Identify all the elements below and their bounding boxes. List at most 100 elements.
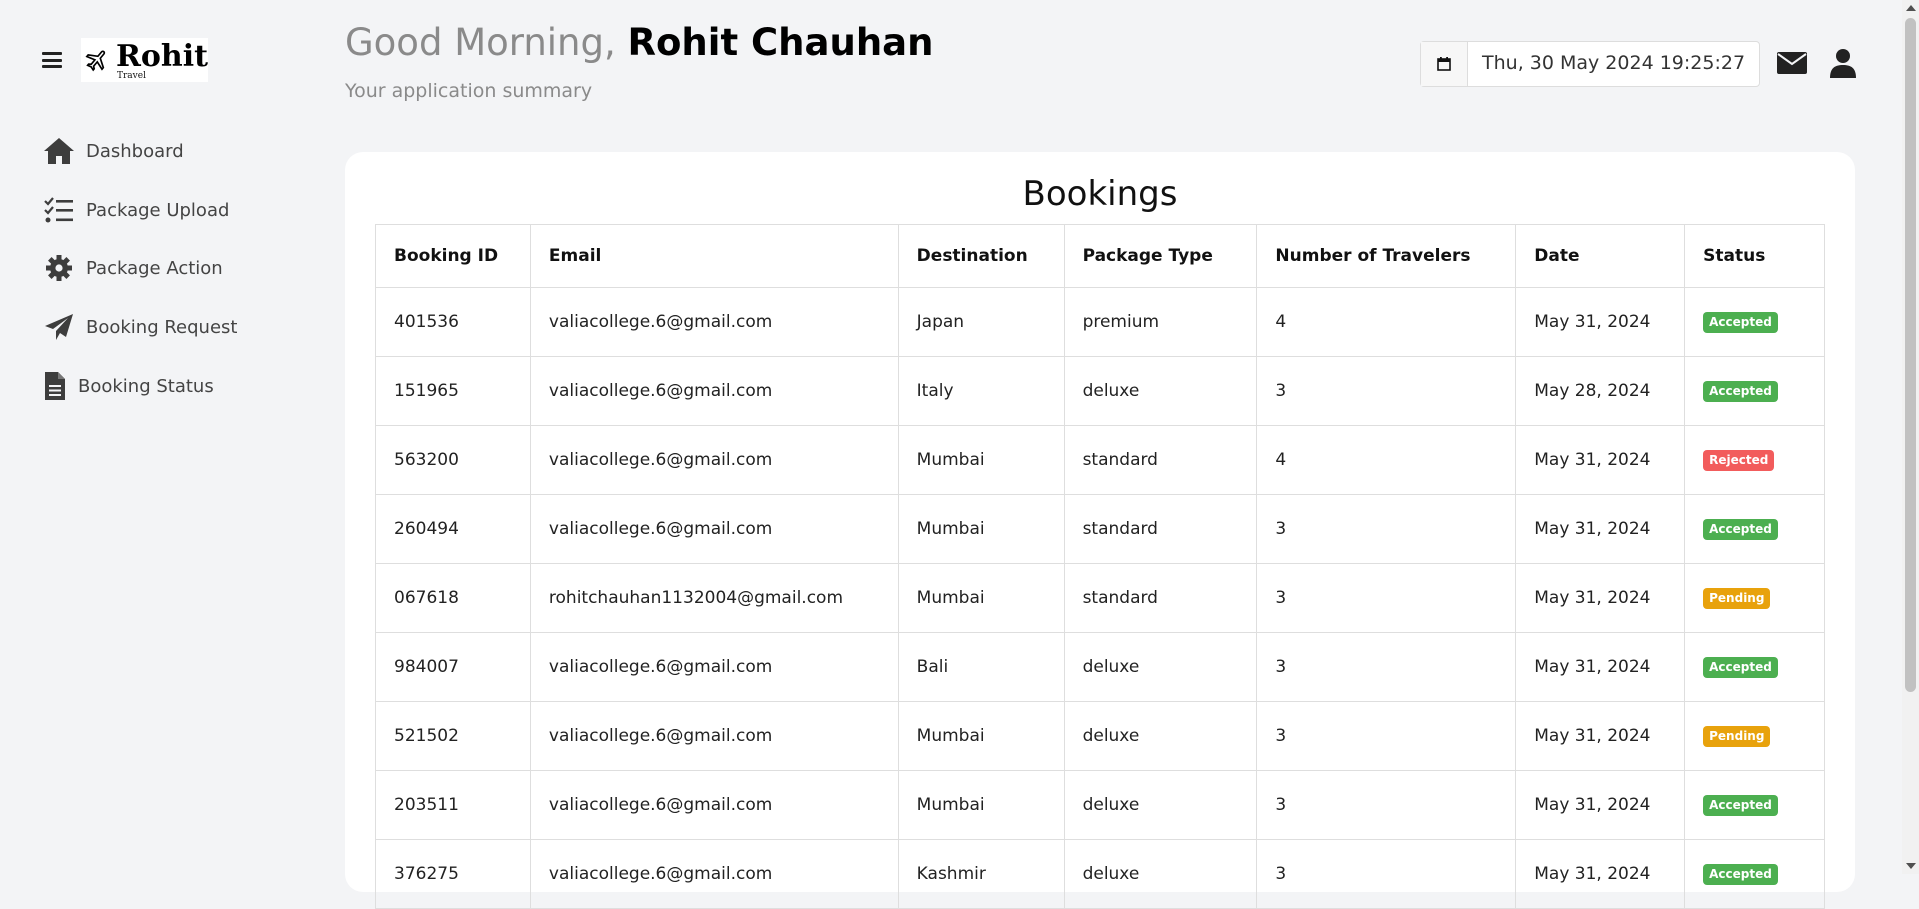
cell-id: 067618 [375,563,531,633]
cell-package: deluxe [1063,839,1258,909]
status-badge: Accepted [1703,312,1778,333]
table-row[interactable]: 401536 valiacollege.6@gmail.com Japan premi… [375,287,1825,357]
list-check-icon [42,195,76,225]
sidebar-item-package-upload[interactable]: Package Upload [42,195,229,225]
cell-id: 521502 [375,701,531,771]
cell-status: Pending [1684,701,1825,771]
airplane-icon [85,50,106,72]
cell-status: Accepted [1684,632,1825,702]
status-badge: Rejected [1703,450,1775,471]
cell-destination: Japan [897,287,1065,357]
page-scrollbar[interactable] [1902,0,1919,874]
cell-email: valiacollege.6@gmail.com [529,701,899,771]
column-header: Destination [897,224,1065,288]
cell-id: 376275 [375,839,531,909]
cell-id: 151965 [375,356,531,426]
status-badge: Pending [1703,726,1771,747]
cell-destination: Mumbai [897,701,1065,771]
column-header: Email [529,224,899,288]
sidebar-item-booking-status[interactable]: Booking Status [42,371,214,401]
table-row[interactable]: 260494 valiacollege.6@gmail.com Mumbai stan… [375,494,1825,564]
cell-destination: Kashmir [897,839,1065,909]
cell-package: standard [1063,563,1258,633]
bookings-table: Booking ID Email Destination Package Type Nu… [375,224,1825,909]
cell-date: May 31, 2024 [1515,494,1686,564]
scrollbar-thumb[interactable] [1905,18,1916,692]
page-greeting: Good Morning, Rohit Chauhan [345,20,933,66]
cell-destination: Mumbai [897,563,1065,633]
cell-date: May 31, 2024 [1515,425,1686,495]
table-row[interactable]: 203511 valiacollege.6@gmail.com Mumbai delu… [375,770,1825,840]
sidebar-item-booking-request[interactable]: Booking Request [42,312,237,342]
sidebar-item-dashboard[interactable]: Dashboard [42,136,184,166]
table-row[interactable]: 521502 valiacollege.6@gmail.com Mumbai delu… [375,701,1825,771]
sidebar-item-label: Package Action [86,257,223,279]
cell-status: Accepted [1684,356,1825,426]
cell-id: 401536 [375,287,531,357]
brand-subtitle: Travel [117,71,146,81]
cell-package: standard [1063,425,1258,495]
column-header: Status [1684,224,1825,288]
cell-id: 984007 [375,632,531,702]
cell-travelers: 3 [1256,839,1517,909]
status-badge: Accepted [1703,795,1778,816]
cell-id: 203511 [375,770,531,840]
status-badge: Accepted [1703,864,1778,885]
cell-email: valiacollege.6@gmail.com [529,770,899,840]
cell-travelers: 3 [1256,356,1517,426]
hamburger-menu-icon[interactable] [42,50,62,70]
gear-icon [42,253,76,283]
sidebar-item-package-action[interactable]: Package Action [42,253,223,283]
column-header: Booking ID [375,224,531,288]
cell-email: valiacollege.6@gmail.com [529,356,899,426]
sidebar-item-label: Package Upload [86,199,230,221]
table-row[interactable]: 563200 valiacollege.6@gmail.com Mumbai stan… [375,425,1825,495]
table-row[interactable]: 151965 valiacollege.6@gmail.com Italy delux… [375,356,1825,426]
bookings-card: Bookings Booking ID Email Destination Packa… [345,152,1855,909]
cell-destination: Bali [897,632,1065,702]
sidebar-item-label: Booking Request [86,316,238,338]
datetime-display: Thu, 30 May 2024 19:25:27 [1420,41,1761,87]
user-name: Rohit Chauhan [627,21,934,64]
bookings-title: Bookings [1022,174,1178,214]
cell-email: valiacollege.6@gmail.com [529,425,899,495]
status-badge: Pending [1703,588,1771,609]
cell-destination: Mumbai [897,770,1065,840]
cell-travelers: 3 [1256,701,1517,771]
brand-name: Rohit [115,39,208,74]
table-row[interactable]: 376275 valiacollege.6@gmail.com Kashmir del… [375,839,1825,909]
cell-status: Accepted [1684,770,1825,840]
table-row[interactable]: 984007 valiacollege.6@gmail.com Bali deluxe… [375,632,1825,702]
greeting-text: Good Morning, [345,21,616,64]
cell-package: deluxe [1063,770,1258,840]
cell-date: May 31, 2024 [1515,770,1686,840]
cell-travelers: 3 [1256,770,1517,840]
calendar-icon[interactable] [1421,42,1468,86]
cell-date: May 28, 2024 [1515,356,1686,426]
home-icon [42,136,76,166]
cell-date: May 31, 2024 [1515,632,1686,702]
table-row[interactable]: 067618 rohitchauhan1132004@gmail.com Mumba… [375,563,1825,633]
brand-logo[interactable]: Rohit Travel [81,38,208,82]
column-header: Package Type [1063,224,1258,288]
table-header-row: Booking ID Email Destination Package Type Nu… [375,224,1825,288]
scroll-down-arrow-icon[interactable] [1906,863,1916,869]
cell-package: premium [1063,287,1258,357]
cell-status: Rejected [1684,425,1825,495]
cell-travelers: 3 [1256,494,1517,564]
user-icon[interactable] [1826,46,1860,80]
cell-email: valiacollege.6@gmail.com [529,839,899,909]
cell-email: valiacollege.6@gmail.com [529,494,899,564]
cell-date: May 31, 2024 [1515,839,1686,909]
scroll-up-arrow-icon[interactable] [1906,5,1916,11]
column-header: Number of Travelers [1256,224,1517,288]
cell-id: 563200 [375,425,531,495]
cell-package: deluxe [1063,356,1258,426]
datetime-text: Thu, 30 May 2024 19:25:27 [1482,52,1746,74]
document-icon [42,371,68,401]
mail-icon[interactable] [1775,46,1809,80]
cell-package: standard [1063,494,1258,564]
sidebar-item-label: Booking Status [78,375,214,397]
status-badge: Accepted [1703,657,1778,678]
cell-travelers: 3 [1256,563,1517,633]
